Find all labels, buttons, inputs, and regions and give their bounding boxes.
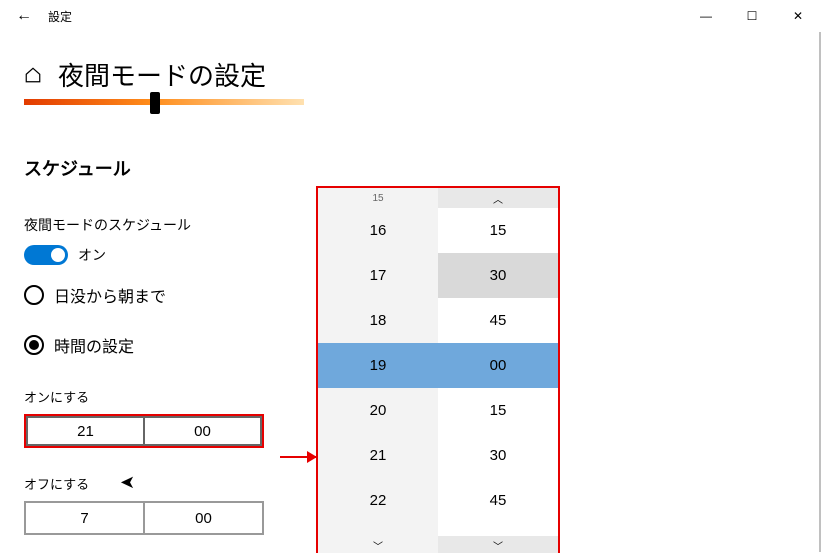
turn-off-minute[interactable]: 00 (143, 501, 264, 535)
window-controls: — ☐ ✕ (683, 0, 821, 32)
home-icon[interactable] (24, 66, 42, 84)
turn-off-time-box: 7 00 (24, 501, 264, 535)
radio-hours-label: 時間の設定 (54, 333, 134, 357)
callout-arrow-icon (280, 456, 316, 458)
minimize-button[interactable]: — (683, 0, 729, 32)
back-button[interactable]: ← (0, 7, 48, 25)
picker-hour-peek: 15 (318, 188, 438, 208)
picker-minute-item-selected[interactable]: 00 (438, 343, 558, 388)
schedule-toggle-label: オン (78, 245, 106, 265)
picker-minute-column[interactable]: 15 30 45 00 15 30 45 (438, 208, 558, 536)
picker-hour-column[interactable]: 16 17 18 19 20 21 22 (318, 208, 438, 536)
slider-thumb[interactable] (150, 92, 160, 114)
picker-hour-item[interactable]: 22 (318, 478, 438, 523)
picker-minute-up[interactable]: ︿ (438, 188, 558, 208)
picker-hour-item[interactable]: 17 (318, 253, 438, 298)
turn-on-hour[interactable]: 21 (26, 416, 145, 446)
toggle-knob (51, 248, 65, 262)
picker-minute-item[interactable]: 30 (438, 253, 558, 298)
radio-sunset[interactable] (24, 285, 44, 305)
radio-sunset-label: 日没から朝まで (54, 283, 166, 307)
picker-minute-item[interactable]: 15 (438, 208, 558, 253)
picker-hour-item[interactable]: 16 (318, 208, 438, 253)
time-picker-popup: 15 ︿ 16 17 18 19 20 21 22 15 30 45 00 15… (316, 186, 560, 553)
close-button[interactable]: ✕ (775, 0, 821, 32)
titlebar: ← 設定 — ☐ ✕ (0, 0, 821, 32)
picker-scroll-down-row: ﹀ ﹀ (318, 536, 558, 553)
color-temperature-slider[interactable] (24, 99, 304, 105)
picker-hour-down[interactable]: ﹀ (318, 536, 438, 553)
turn-off-hour[interactable]: 7 (24, 501, 145, 535)
picker-hour-item[interactable]: 20 (318, 388, 438, 433)
turn-on-time-box: 21 00 (24, 414, 264, 448)
picker-minute-item[interactable]: 45 (438, 298, 558, 343)
window-title: 設定 (48, 8, 72, 25)
picker-body: 16 17 18 19 20 21 22 15 30 45 00 15 30 4… (318, 208, 558, 536)
picker-hour-item[interactable]: 21 (318, 433, 438, 478)
slider-track (24, 99, 304, 105)
picker-minute-item[interactable]: 30 (438, 433, 558, 478)
page-header: 夜間モードの設定 (24, 56, 797, 93)
page-title: 夜間モードの設定 (58, 56, 266, 93)
turn-on-minute[interactable]: 00 (143, 416, 262, 446)
picker-hour-item-selected[interactable]: 19 (318, 343, 438, 388)
picker-hour-item[interactable]: 18 (318, 298, 438, 343)
picker-bottom: ﹀ ﹀ ✓ ✕ (318, 536, 558, 553)
picker-minute-down[interactable]: ﹀ (438, 536, 558, 553)
schedule-toggle[interactable] (24, 245, 68, 265)
picker-scroll-up-row: 15 ︿ (318, 188, 558, 208)
page-body: 夜間モードの設定 スケジュール 夜間モードのスケジュール オン 日没から朝まで … (0, 56, 821, 535)
picker-minute-item[interactable]: 15 (438, 388, 558, 433)
radio-hours[interactable] (24, 335, 44, 355)
maximize-button[interactable]: ☐ (729, 0, 775, 32)
picker-minute-item[interactable]: 45 (438, 478, 558, 523)
schedule-section-title: スケジュール (24, 155, 797, 181)
